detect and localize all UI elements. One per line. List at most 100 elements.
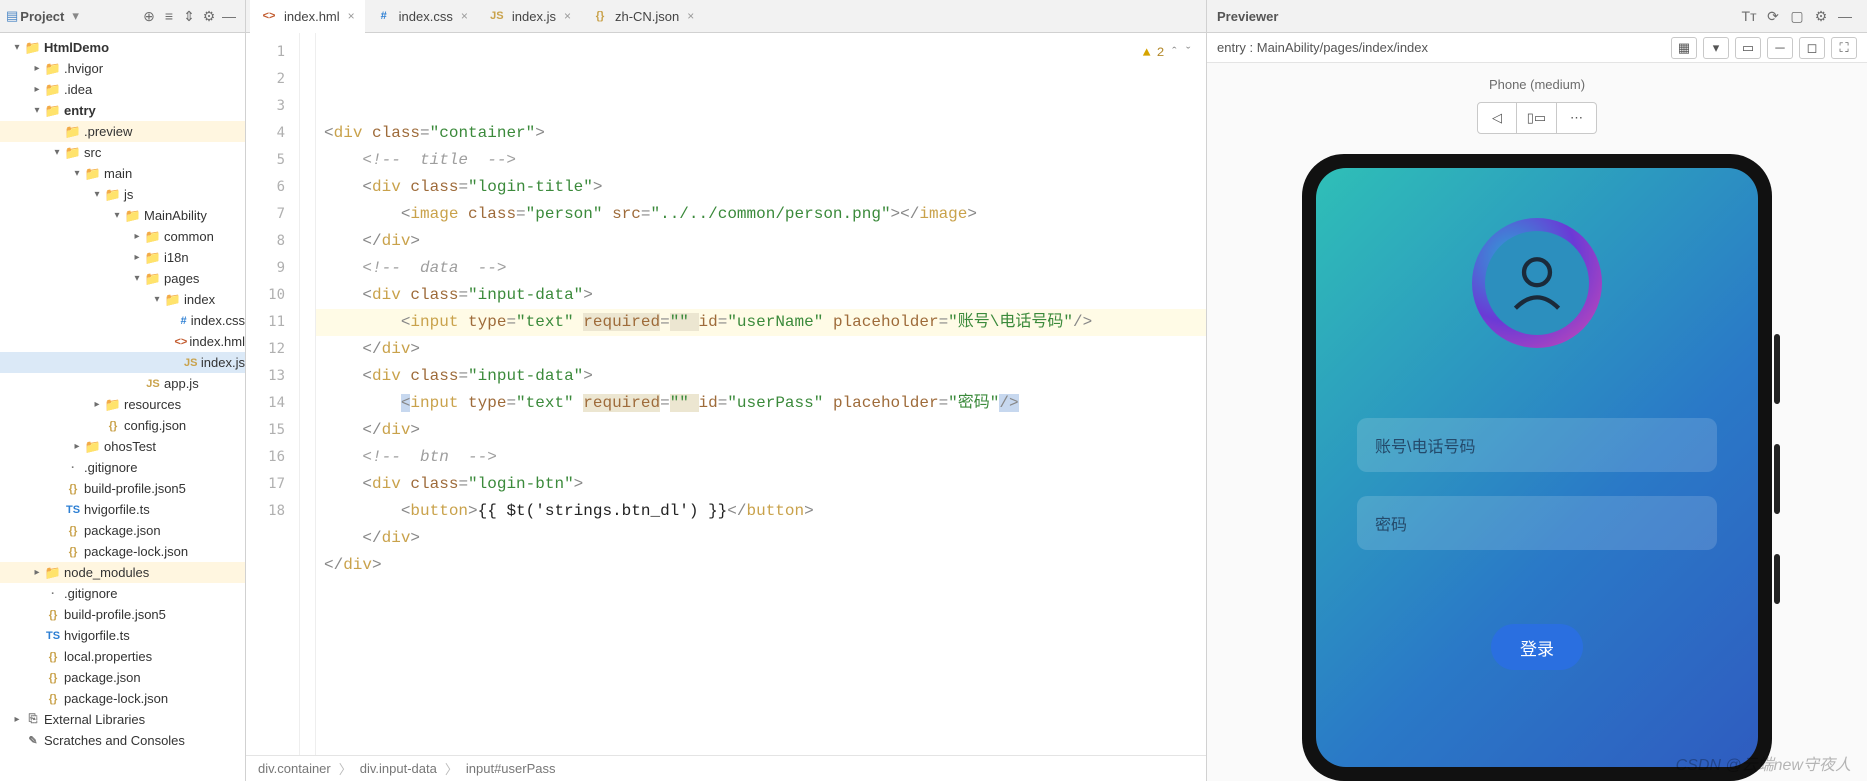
tree-item[interactable]: ▸📁.idea (0, 79, 245, 100)
tree-item-label: common (162, 229, 214, 244)
breadcrumb-segment[interactable]: input#userPass (466, 761, 556, 776)
zoom-reset-icon[interactable]: ◻ (1799, 37, 1825, 59)
tree-item[interactable]: ·.gitignore (0, 457, 245, 478)
back-icon[interactable]: ◁ (1477, 102, 1517, 134)
gear-icon[interactable]: ⚙ (199, 8, 219, 25)
tree-item[interactable]: {}package-lock.json (0, 541, 245, 562)
tree-item[interactable]: ▸📁.hvigor (0, 58, 245, 79)
code-editor[interactable]: ▲ 2 ˆ ˇ <div class="container"> <!-- tit… (316, 33, 1206, 755)
tree-item[interactable]: {}local.properties (0, 646, 245, 667)
collapse-all-icon[interactable]: ⇕ (179, 8, 199, 25)
next-highlight-icon[interactable]: ˇ (1184, 39, 1192, 66)
tree-arrow-icon[interactable]: ▸ (10, 714, 24, 725)
zoom-fit-icon[interactable]: ⛶ (1831, 37, 1857, 59)
hide-panel-icon[interactable]: — (1833, 8, 1857, 24)
tree-arrow-icon[interactable]: ▸ (30, 63, 44, 74)
tree-item[interactable]: ▾📁js (0, 184, 245, 205)
tree-item[interactable]: ▸⎘External Libraries (0, 709, 245, 730)
target-icon[interactable]: ⊕ (139, 8, 159, 25)
warning-icon: ▲ (1143, 39, 1151, 66)
breadcrumb[interactable]: div.container〉div.input-data〉input#userP… (246, 755, 1206, 781)
expand-all-icon[interactable]: ≡ (159, 8, 179, 24)
tree-arrow-icon[interactable]: ▾ (130, 273, 144, 284)
rotate-icon[interactable]: ▯▭ (1517, 102, 1557, 134)
tab-label: index.js (512, 9, 556, 24)
chevron-down-icon[interactable]: ▾ (72, 8, 79, 24)
close-icon[interactable]: × (687, 9, 694, 23)
tree-item[interactable]: JSindex.js (0, 352, 245, 373)
tree-item[interactable]: ✎Scratches and Consoles (0, 730, 245, 751)
tree-item[interactable]: ·.gitignore (0, 583, 245, 604)
tree-item[interactable]: ▸📁node_modules (0, 562, 245, 583)
tree-item[interactable]: #index.css (0, 310, 245, 331)
hide-panel-icon[interactable]: — (219, 8, 239, 24)
tree-arrow-icon[interactable]: ▾ (70, 168, 84, 179)
grid-view-icon[interactable]: ▦ (1671, 37, 1697, 59)
tree-arrow-icon[interactable]: ▸ (130, 252, 144, 263)
project-tree[interactable]: ▾📁HtmlDemo▸📁.hvigor▸📁.idea▾📁entry📁.previ… (0, 33, 245, 781)
editor-tab[interactable]: #index.css× (365, 0, 478, 33)
text-size-icon[interactable]: Tᴛ (1737, 8, 1761, 24)
close-icon[interactable]: × (461, 9, 468, 23)
tree-item[interactable]: {}package-lock.json (0, 688, 245, 709)
tree-item-label: index.hml (187, 334, 245, 349)
frame-icon[interactable]: ▭ (1735, 37, 1761, 59)
tree-item[interactable]: <>index.hml (0, 331, 245, 352)
close-icon[interactable]: × (564, 9, 571, 23)
tree-item[interactable]: {}config.json (0, 415, 245, 436)
tree-item[interactable]: TShvigorfile.ts (0, 499, 245, 520)
login-button[interactable]: 登录 (1491, 624, 1583, 670)
tree-item[interactable]: JSapp.js (0, 373, 245, 394)
tree-arrow-icon[interactable]: ▾ (150, 294, 164, 305)
tree-item[interactable]: {}package.json (0, 667, 245, 688)
more-icon[interactable]: ⋯ (1557, 102, 1597, 134)
tree-arrow-icon[interactable]: ▸ (70, 441, 84, 452)
breadcrumb-segment[interactable]: div.input-data (360, 761, 437, 776)
tree-arrow-icon[interactable]: ▸ (90, 399, 104, 410)
zoom-out-icon[interactable]: － (1767, 37, 1793, 59)
tree-arrow-icon[interactable]: ▾ (110, 210, 124, 221)
tree-arrow-icon[interactable]: ▾ (30, 105, 44, 116)
dropdown-icon[interactable]: ▾ (1703, 37, 1729, 59)
tree-item[interactable]: ▾📁index (0, 289, 245, 310)
tree-item[interactable]: ▸📁i18n (0, 247, 245, 268)
tree-item[interactable]: ▸📁common (0, 226, 245, 247)
layout-icon[interactable]: ▢ (1785, 8, 1809, 25)
inspection-indicator[interactable]: ▲ 2 ˆ ˇ (1143, 39, 1192, 66)
tree-item[interactable]: ▾📁main (0, 163, 245, 184)
tree-item[interactable]: {}build-profile.json5 (0, 604, 245, 625)
tree-arrow-icon[interactable]: ▾ (90, 189, 104, 200)
person-icon (1501, 247, 1573, 319)
refresh-icon[interactable]: ⟳ (1761, 8, 1785, 25)
tree-arrow-icon[interactable]: ▾ (10, 42, 24, 53)
tree-item[interactable]: TShvigorfile.ts (0, 625, 245, 646)
tree-arrow-icon[interactable]: ▸ (130, 231, 144, 242)
tree-item[interactable]: ▸📁ohosTest (0, 436, 245, 457)
previewer-title: Previewer (1217, 9, 1278, 24)
project-panel: ▤ Project ▾ ⊕ ≡ ⇕ ⚙ — ▾📁HtmlDemo▸📁.hvigo… (0, 0, 246, 781)
preview-canvas: Phone (medium) ◁ ▯▭ ⋯ (1207, 63, 1867, 781)
editor-tab[interactable]: {}zh-CN.json× (581, 0, 704, 33)
tree-item[interactable]: 📁.preview (0, 121, 245, 142)
username-field[interactable]: 账号\电话号码 (1357, 418, 1717, 472)
tree-item[interactable]: {}package.json (0, 520, 245, 541)
tree-item[interactable]: ▾📁pages (0, 268, 245, 289)
tree-item[interactable]: {}build-profile.json5 (0, 478, 245, 499)
breadcrumb-segment[interactable]: div.container (258, 761, 331, 776)
tab-label: zh-CN.json (615, 9, 679, 24)
editor-tab[interactable]: <>index.hml× (250, 0, 365, 33)
tree-arrow-icon[interactable]: ▾ (50, 147, 64, 158)
close-icon[interactable]: × (348, 9, 355, 23)
tree-item[interactable]: ▾📁HtmlDemo (0, 37, 245, 58)
tree-item[interactable]: ▾📁src (0, 142, 245, 163)
prev-highlight-icon[interactable]: ˆ (1170, 39, 1178, 66)
tree-arrow-icon[interactable]: ▸ (30, 84, 44, 95)
password-field[interactable]: 密码 (1357, 496, 1717, 550)
tree-item[interactable]: ▾📁entry (0, 100, 245, 121)
tree-arrow-icon[interactable]: ▸ (30, 567, 44, 578)
editor-tab[interactable]: JSindex.js× (478, 0, 581, 33)
tree-item[interactable]: ▾📁MainAbility (0, 205, 245, 226)
tree-item-label: app.js (162, 376, 199, 391)
tree-item[interactable]: ▸📁resources (0, 394, 245, 415)
gear-icon[interactable]: ⚙ (1809, 8, 1833, 25)
